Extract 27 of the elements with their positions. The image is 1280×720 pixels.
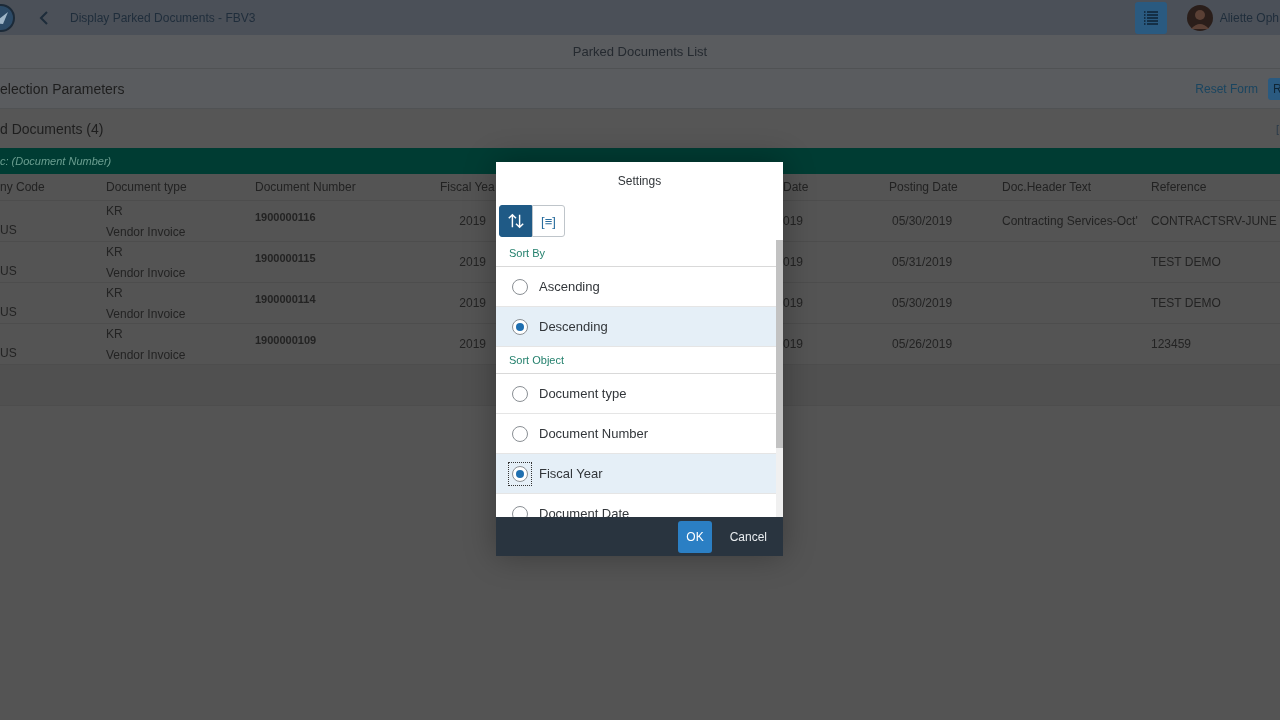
radio-button[interactable]: [512, 505, 528, 517]
group-tab[interactable]: [≡]: [532, 205, 565, 237]
settings-icon[interactable]: [: [1275, 122, 1279, 135]
radio-option[interactable]: Descending: [496, 307, 776, 347]
sort-icon: [506, 212, 525, 230]
radio-option[interactable]: Document type: [496, 374, 776, 414]
scrollbar[interactable]: [776, 240, 783, 517]
radio-button[interactable]: [512, 385, 528, 402]
menu-button[interactable]: [1134, 1, 1167, 34]
reset-form-link[interactable]: Reset Form: [1195, 81, 1258, 96]
table-title: d Documents (4): [0, 120, 104, 137]
section-title: election Parameters: [0, 80, 125, 97]
sort-tab[interactable]: [499, 205, 532, 237]
radio-button[interactable]: [512, 465, 528, 482]
list-icon: [1142, 9, 1159, 26]
cancel-button[interactable]: Cancel: [721, 520, 775, 553]
radio-button[interactable]: [512, 425, 528, 442]
radio-button[interactable]: [512, 318, 528, 335]
group-title: c: (Document Number): [0, 155, 112, 167]
back-icon[interactable]: [38, 9, 50, 26]
list-group-header: Sort By: [496, 240, 776, 267]
ok-button[interactable]: OK: [678, 520, 712, 553]
radio-button[interactable]: [512, 278, 528, 295]
dialog-title: Settings: [616, 173, 663, 190]
radio-option[interactable]: Fiscal Year: [496, 454, 776, 494]
avatar-icon[interactable]: [1186, 4, 1213, 31]
list-group-header: Sort Object: [496, 347, 776, 374]
